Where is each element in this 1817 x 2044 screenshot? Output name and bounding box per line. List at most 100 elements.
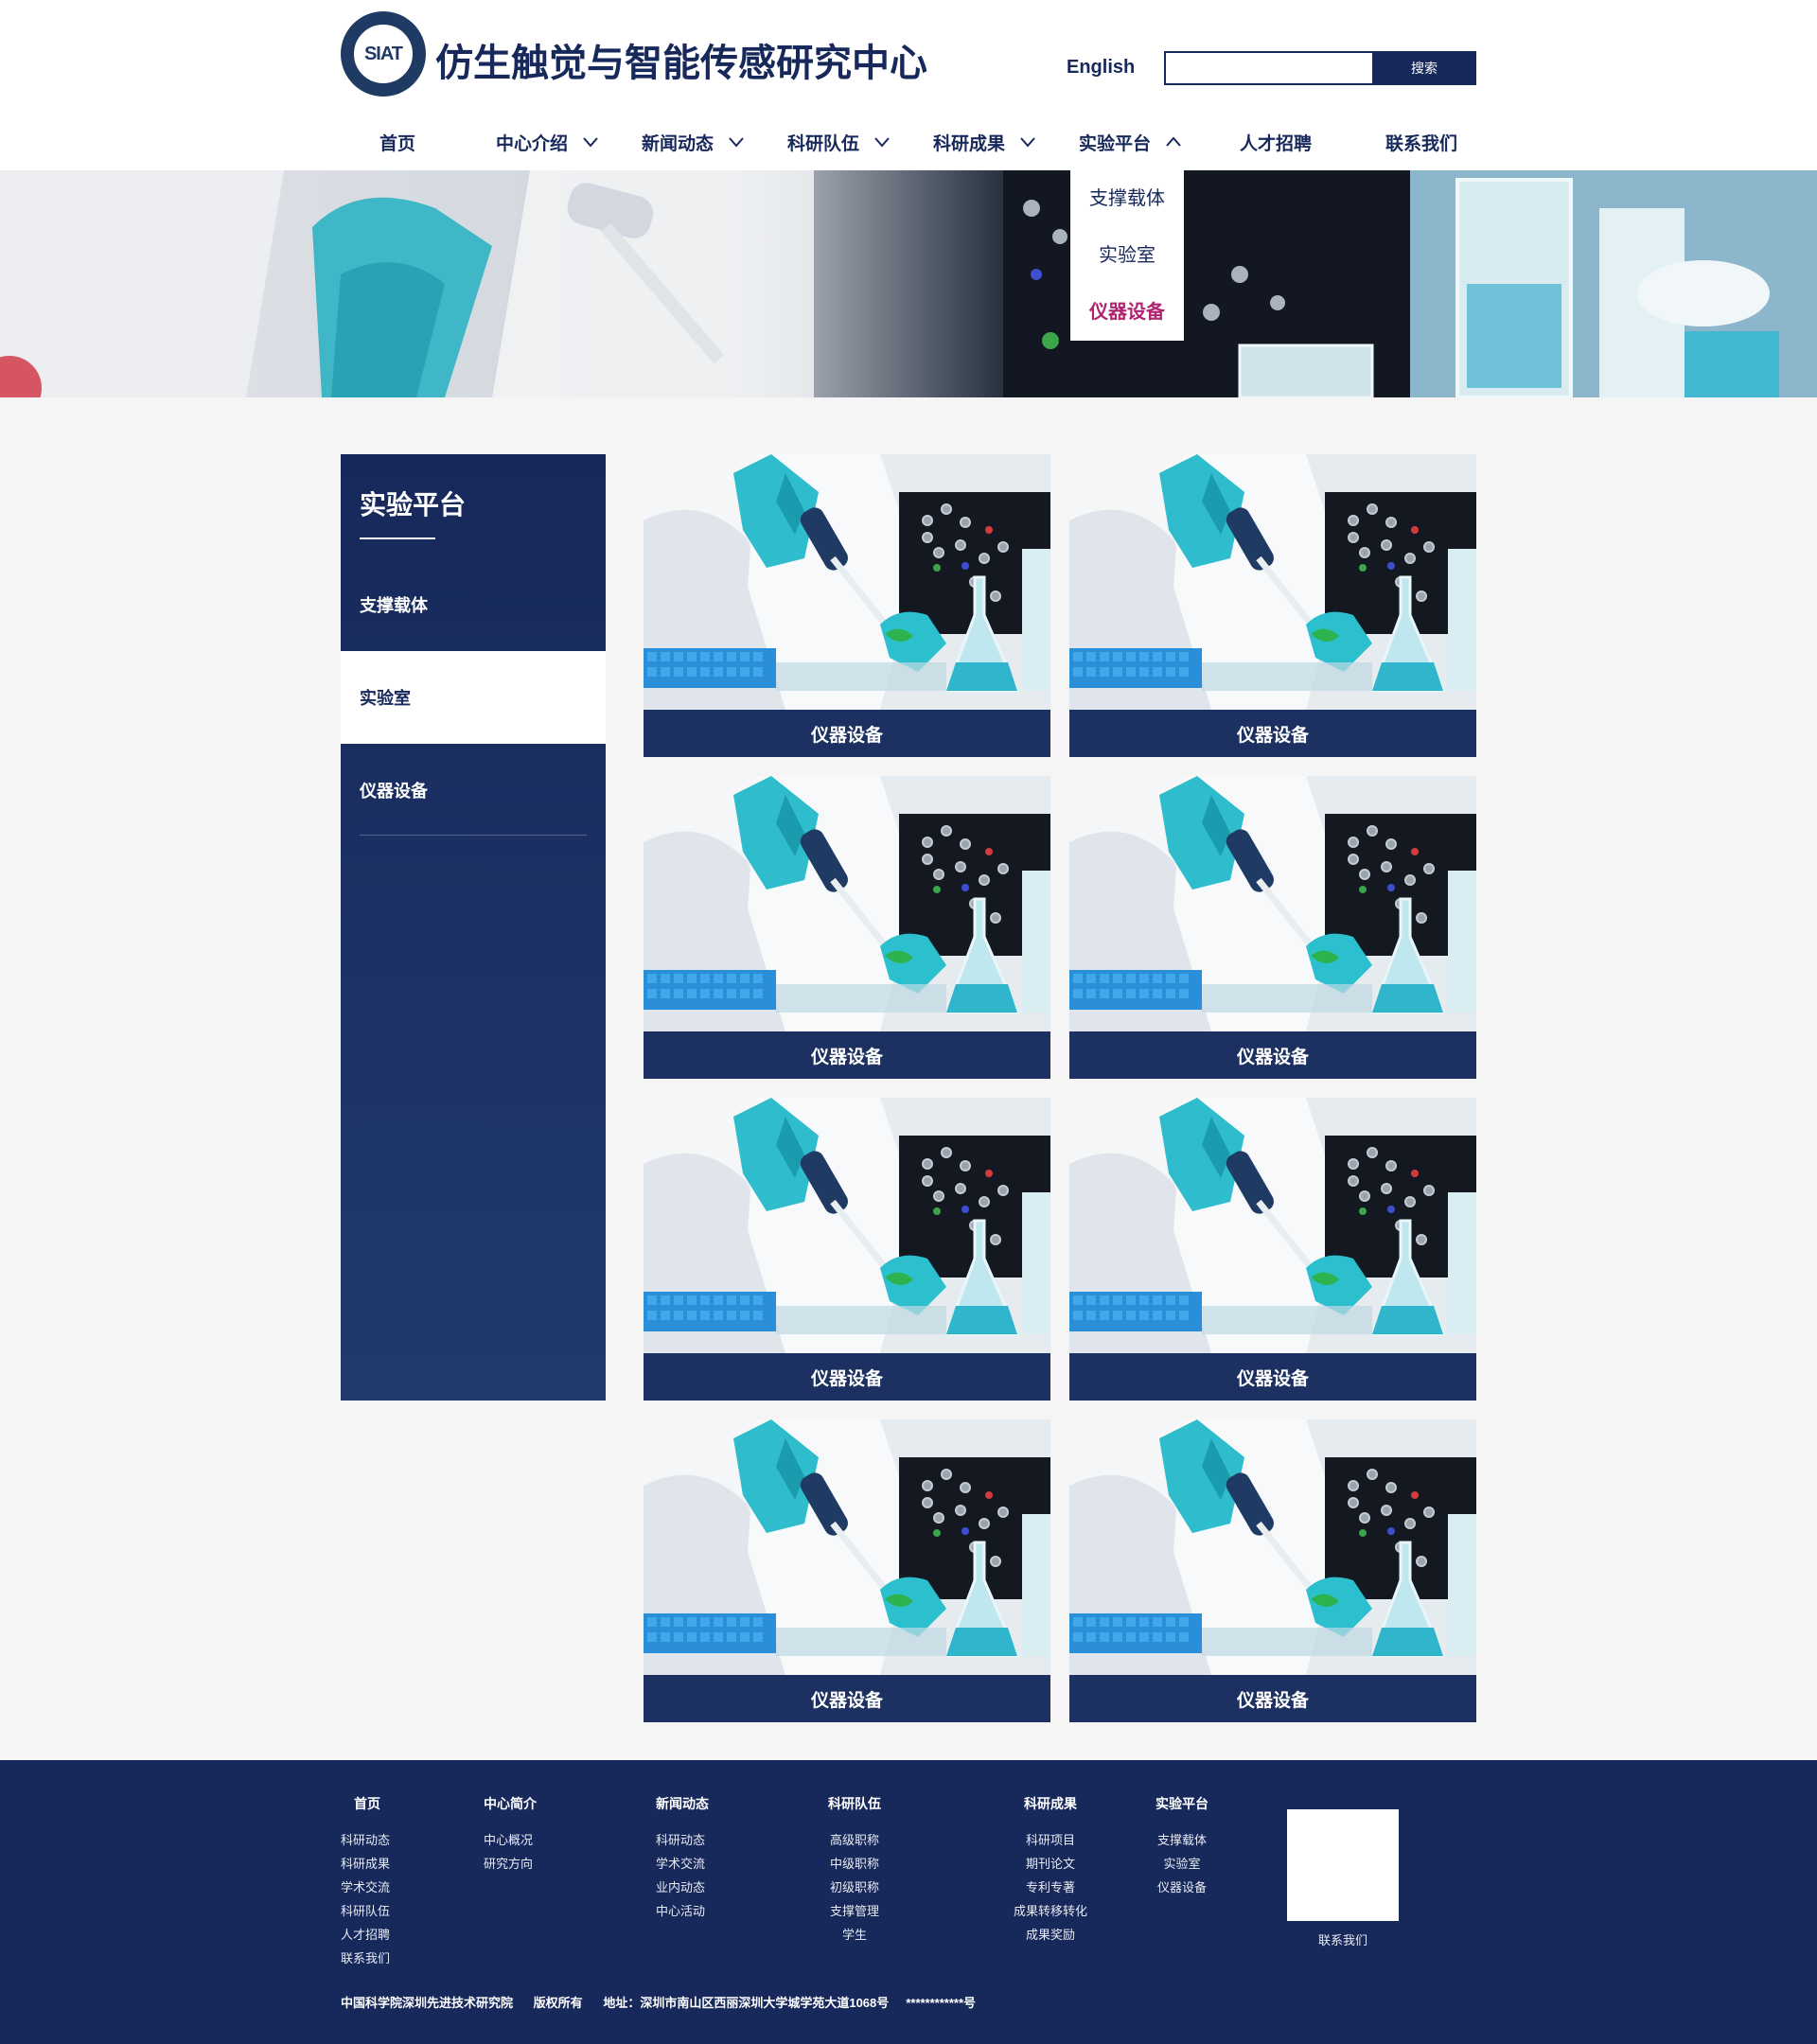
equipment-caption: 仪器设备 (644, 1353, 1050, 1401)
footer-link[interactable]: 期刊论文 (998, 1852, 1103, 1876)
copyright-text: 中国科学院深圳先进技术研究院 版权所有 地址：深圳市南山区西丽深圳大学城学苑大道… (341, 1996, 977, 2010)
nav-item-news[interactable]: 新闻动态 (642, 123, 746, 161)
siat-logo[interactable]: SIAT (341, 11, 426, 97)
search-button[interactable]: 搜索 (1372, 51, 1476, 85)
footer-col-title[interactable]: 新闻动态 (656, 1794, 709, 1813)
footer-link[interactable]: 成果转移转化 (998, 1899, 1103, 1923)
footer-link[interactable]: 初级职称 (828, 1876, 881, 1899)
qr-code (1287, 1809, 1399, 1921)
footer-link[interactable]: 科研动态 (341, 1828, 390, 1852)
nav-item-research-team[interactable]: 科研队伍 (787, 123, 891, 161)
footer-col-title[interactable]: 科研成果 (998, 1794, 1103, 1813)
equipment-card[interactable]: 仪器设备 (1069, 1098, 1476, 1401)
sidebar-item-lab[interactable]: 实验室 (341, 651, 606, 744)
footer-col-lab-platform: 实验平台 支撑载体 实验室 仪器设备 (1155, 1794, 1208, 1899)
footer-link[interactable]: 中心概况 (484, 1828, 537, 1852)
footer-link[interactable]: 实验室 (1155, 1852, 1208, 1876)
nav-item-label: 科研队伍 (787, 133, 860, 154)
footer-link[interactable]: 学术交流 (656, 1852, 709, 1876)
equipment-caption: 仪器设备 (644, 710, 1050, 757)
nav-item-label: 中心介绍 (496, 133, 569, 154)
sidebar-item-support[interactable]: 支撑载体 (341, 558, 606, 651)
equipment-image (644, 776, 1050, 1031)
footer-col-title[interactable]: 实验平台 (1155, 1794, 1208, 1813)
english-link[interactable]: English (1067, 57, 1135, 79)
equipment-caption: 仪器设备 (644, 1675, 1050, 1722)
sidebar-item-equipment[interactable]: 仪器设备 (341, 744, 606, 837)
equipment-caption: 仪器设备 (1069, 710, 1476, 757)
footer-link[interactable]: 联系我们 (341, 1947, 390, 1970)
footer-link[interactable]: 中级职称 (828, 1852, 881, 1876)
footer-col-title[interactable]: 首页 (341, 1794, 390, 1813)
footer-link[interactable]: 高级职称 (828, 1828, 881, 1852)
banner-image (0, 170, 1817, 397)
footer-link[interactable]: 学生 (828, 1923, 881, 1947)
footer-link[interactable]: 仪器设备 (1155, 1876, 1208, 1899)
nav-item-label: 联系我们 (1385, 133, 1458, 154)
equipment-image (644, 1419, 1050, 1675)
footer-link[interactable]: 专利专著 (998, 1876, 1103, 1899)
dropdown-item-equipment[interactable]: 仪器设备 (1070, 298, 1184, 326)
footer-col-home: 首页 科研动态 科研成果 学术交流 科研队伍 人才招聘 联系我们 (341, 1794, 390, 1970)
sidebar-title: 实验平台 (360, 490, 467, 520)
main-nav: 首页 中心介绍 新闻动态 科研队伍 科研成果 实验平台 人才招聘 联系我们 (341, 123, 1476, 161)
nav-item-recruitment[interactable]: 人才招聘 (1240, 123, 1312, 161)
equipment-caption: 仪器设备 (1069, 1031, 1476, 1079)
footer-link[interactable]: 支撑管理 (828, 1899, 881, 1923)
equipment-card[interactable]: 仪器设备 (1069, 776, 1476, 1079)
footer-col-title[interactable]: 科研队伍 (828, 1794, 881, 1813)
equipment-card[interactable]: 仪器设备 (644, 1098, 1050, 1401)
equipment-image (1069, 776, 1476, 1031)
equipment-card[interactable]: 仪器设备 (644, 454, 1050, 757)
footer-col-team: 科研队伍 高级职称 中级职称 初级职称 支撑管理 学生 (828, 1794, 881, 1947)
equipment-image (1069, 1098, 1476, 1353)
nav-item-label: 新闻动态 (642, 133, 714, 154)
footer-link[interactable]: 科研动态 (656, 1828, 709, 1852)
equipment-card[interactable]: 仪器设备 (1069, 454, 1476, 757)
footer-link[interactable]: 科研成果 (341, 1852, 390, 1876)
sidebar-divider (360, 835, 587, 836)
logo-text: SIAT (351, 22, 415, 86)
lab-platform-dropdown: 支撑载体 实验室 仪器设备 (1070, 170, 1184, 341)
nav-item-home[interactable]: 首页 (379, 123, 415, 161)
equipment-caption: 仪器设备 (1069, 1353, 1476, 1401)
sidebar-title-underline (360, 537, 435, 539)
footer-link[interactable]: 人才招聘 (341, 1923, 390, 1947)
chevron-down-icon (729, 137, 744, 148)
qr-label: 联系我们 (1317, 1933, 1367, 1947)
footer-link[interactable]: 学术交流 (341, 1876, 390, 1899)
equipment-image (1069, 1419, 1476, 1675)
footer-link[interactable]: 中心活动 (656, 1899, 709, 1923)
footer-col-news: 新闻动态 科研动态 学术交流 业内动态 中心活动 (656, 1794, 709, 1923)
equipment-card[interactable]: 仪器设备 (644, 1419, 1050, 1722)
chevron-down-icon (874, 137, 890, 148)
search-input[interactable] (1164, 51, 1374, 85)
footer-link[interactable]: 研究方向 (484, 1852, 537, 1876)
hero-banner (0, 170, 1817, 397)
nav-item-label: 科研成果 (933, 133, 1006, 154)
equipment-image (1069, 454, 1476, 710)
footer-link[interactable]: 业内动态 (656, 1876, 709, 1899)
nav-item-lab-platform[interactable]: 实验平台 (1079, 123, 1183, 161)
equipment-card[interactable]: 仪器设备 (644, 776, 1050, 1079)
chevron-up-icon (1166, 136, 1181, 147)
nav-item-label: 人才招聘 (1240, 133, 1313, 154)
chevron-down-icon (583, 137, 598, 148)
equipment-caption: 仪器设备 (644, 1031, 1050, 1079)
equipment-image (644, 1098, 1050, 1353)
nav-item-research-results[interactable]: 科研成果 (933, 123, 1037, 161)
nav-item-contact[interactable]: 联系我们 (1385, 123, 1457, 161)
dropdown-item-lab[interactable]: 实验室 (1070, 241, 1184, 270)
site-footer: 首页 科研动态 科研成果 学术交流 科研队伍 人才招聘 联系我们 中心简介 中心… (0, 1760, 1817, 2044)
footer-link[interactable]: 科研队伍 (341, 1899, 390, 1923)
nav-item-label: 首页 (379, 133, 416, 154)
footer-col-title[interactable]: 中心简介 (484, 1794, 537, 1813)
sidebar: 实验平台 支撑载体 实验室 仪器设备 (341, 454, 606, 1401)
footer-col-results: 科研成果 科研项目 期刊论文 专利专著 成果转移转化 成果奖励 (998, 1794, 1103, 1947)
footer-link[interactable]: 成果奖励 (998, 1923, 1103, 1947)
nav-item-center-intro[interactable]: 中心介绍 (496, 123, 600, 161)
footer-link[interactable]: 支撑载体 (1155, 1828, 1208, 1852)
equipment-card[interactable]: 仪器设备 (1069, 1419, 1476, 1722)
dropdown-item-support[interactable]: 支撑载体 (1070, 185, 1184, 213)
footer-link[interactable]: 科研项目 (998, 1828, 1103, 1852)
